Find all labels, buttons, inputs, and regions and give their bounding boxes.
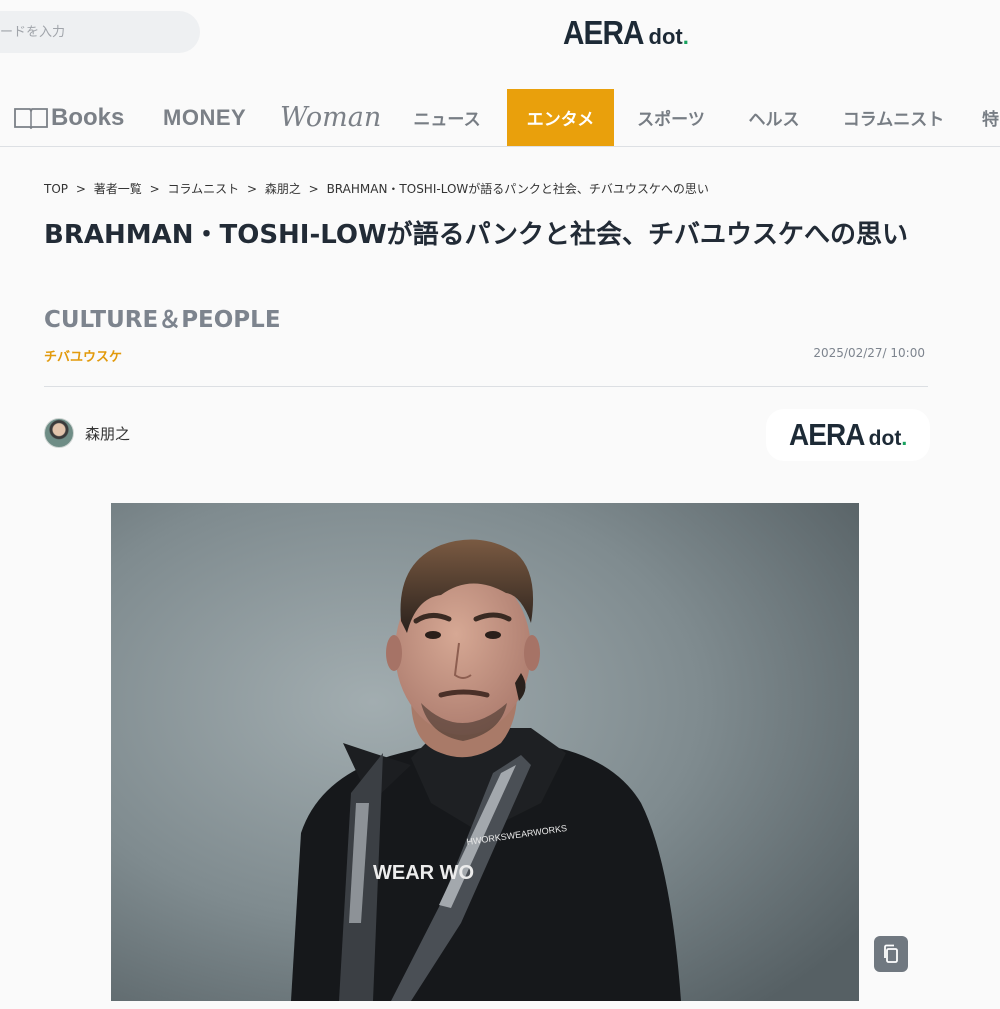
portrait-illustration: HWORKSWEARWORKS WEAR WO [111,503,859,1001]
nav-books[interactable]: Books [14,89,124,146]
breadcrumb-sep: > [308,182,319,196]
logo-aera: AERA [563,14,644,51]
publisher-logo-aera: AERA [788,417,865,452]
breadcrumb-columnist[interactable]: コラムニスト [167,182,239,196]
nav-special[interactable]: 特 [982,89,1000,146]
breadcrumb: TOP > 著者一覧 > コラムニスト > 森朋之 > BRAHMAN・TOSH… [44,180,713,197]
nav-woman[interactable]: Woman [280,89,381,146]
publisher-logo: AERA dot. [789,417,907,453]
breadcrumb-sep: > [75,182,86,196]
logo-dot: dot. [648,24,689,49]
nav-columnist[interactable]: コラムニスト [836,89,951,146]
breadcrumb-authors[interactable]: 著者一覧 [94,182,142,196]
nav-health[interactable]: ヘルス [739,89,809,146]
search-input[interactable] [0,11,200,53]
article-photo: HWORKSWEARWORKS WEAR WO [111,503,859,1001]
main-nav: Books MONEY Woman ニュース エンタメ スポーツ ヘルス コラム… [0,89,1000,147]
breadcrumb-current: BRAHMAN・TOSHI-LOWが語るパンクと社会、チバユウスケへの思い [326,182,709,196]
book-open-icon [14,107,48,129]
breadcrumb-author[interactable]: 森朋之 [265,182,301,196]
hoodie-text: WEAR WO [373,862,474,884]
publisher-badge: AERA dot. [766,409,930,461]
nav-news[interactable]: ニュース [402,89,492,146]
article-tag[interactable]: チバユウスケ [44,346,122,365]
author-avatar [44,418,74,448]
nav-books-label: Books [51,103,125,131]
breadcrumb-sep: > [149,182,160,196]
search-box[interactable] [0,11,200,53]
nav-money[interactable]: MONEY [163,89,246,146]
copy-button[interactable] [874,936,908,972]
article-title: BRAHMAN・TOSHI-LOWが語るパンクと社会、チバユウスケへの思い [44,220,908,250]
article-category: CULTURE＆PEOPLE [44,307,281,333]
author-info[interactable]: 森朋之 [44,418,130,448]
article-date: 2025/02/27/ 10:00 [813,346,925,360]
nav-entertainment[interactable]: エンタメ [507,89,614,146]
divider [44,386,928,387]
publisher-logo-dot: dot. [868,427,908,450]
author-name: 森朋之 [85,424,131,443]
breadcrumb-sep: > [246,182,257,196]
site-logo[interactable]: AERA dot. [563,14,689,52]
copy-icon [884,944,898,963]
breadcrumb-top[interactable]: TOP [44,182,68,196]
nav-sports[interactable]: スポーツ [626,89,716,146]
